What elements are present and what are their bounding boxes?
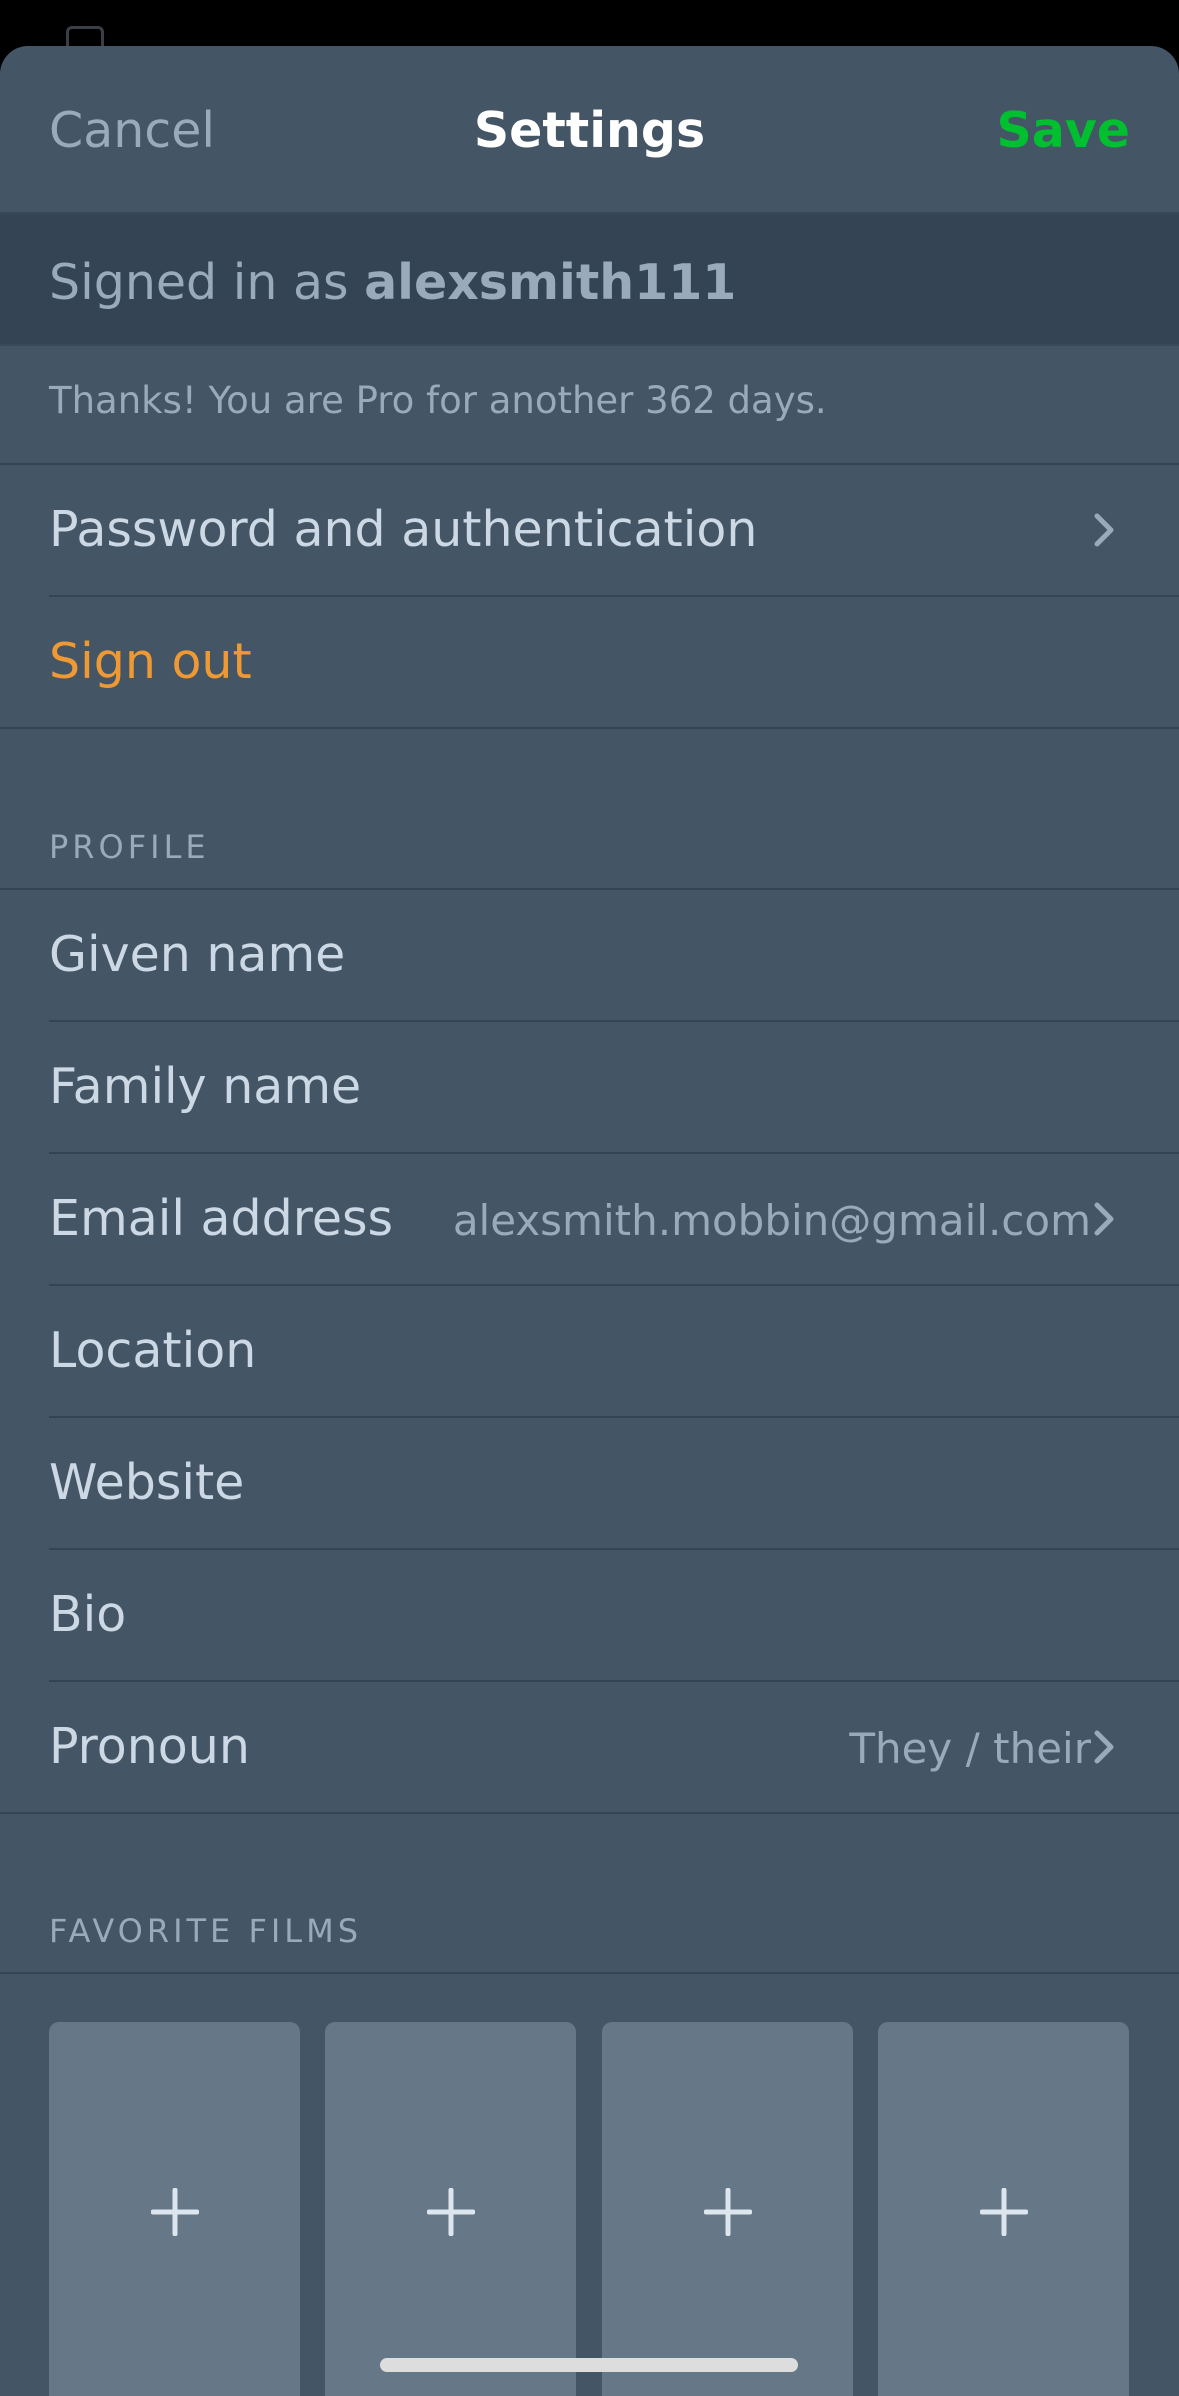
family-name-field[interactable]: Family name — [0, 1022, 1179, 1152]
email-address-value: alexsmith.mobbin@gmail.com — [452, 1196, 1091, 1245]
bio-label: Bio — [49, 1586, 127, 1643]
divider — [0, 1972, 1179, 1974]
website-field[interactable]: Website — [0, 1418, 1179, 1548]
website-label: Website — [49, 1454, 245, 1511]
bio-field[interactable]: Bio — [0, 1550, 1179, 1680]
plus-icon — [150, 2187, 199, 2237]
email-address-row[interactable]: Email address alexsmith.mobbin@gmail.com — [0, 1154, 1179, 1284]
pro-status-message: Thanks! You are Pro for another 362 days… — [49, 379, 827, 422]
divider — [0, 727, 1179, 729]
email-address-label: Email address — [49, 1190, 394, 1247]
sign-out-row[interactable]: Sign out — [0, 597, 1179, 727]
given-name-label: Given name — [49, 926, 346, 983]
profile-section-title: PROFILE — [49, 828, 210, 866]
given-name-field[interactable]: Given name — [0, 890, 1179, 1020]
favorite-films-section-title: FAVORITE FILMS — [49, 1912, 363, 1950]
family-name-label: Family name — [49, 1058, 362, 1115]
favorite-film-slot-2[interactable] — [325, 2022, 576, 2396]
save-button[interactable]: Save — [996, 102, 1130, 159]
signed-in-username: alexsmith111 — [364, 254, 737, 311]
signed-in-text: Signed in as alexsmith111 — [49, 254, 736, 311]
password-authentication-row[interactable]: Password and authentication — [0, 465, 1179, 595]
settings-sheet: Cancel Settings Save Signed in as alexsm… — [0, 46, 1179, 2396]
plus-icon — [703, 2187, 752, 2237]
plus-icon — [426, 2187, 475, 2237]
location-field[interactable]: Location — [0, 1286, 1179, 1416]
cancel-button[interactable]: Cancel — [49, 102, 215, 159]
pronoun-value: They / their — [849, 1724, 1091, 1773]
pronoun-label: Pronoun — [49, 1718, 250, 1775]
pronoun-row[interactable]: Pronoun They / their — [0, 1682, 1179, 1812]
favorite-film-slot-3[interactable] — [602, 2022, 853, 2396]
signed-in-banner: Signed in as alexsmith111 — [0, 214, 1179, 346]
home-indicator[interactable] — [380, 2358, 798, 2372]
settings-header: Cancel Settings Save — [0, 46, 1179, 214]
divider — [0, 1812, 1179, 1814]
chevron-right-icon — [1085, 1200, 1123, 1238]
chevron-right-icon — [1085, 1728, 1123, 1766]
favorite-film-slot-4[interactable] — [878, 2022, 1129, 2396]
location-label: Location — [49, 1322, 257, 1379]
signed-in-prefix: Signed in as — [49, 254, 349, 311]
plus-icon — [979, 2187, 1028, 2237]
favorite-film-slot-1[interactable] — [49, 2022, 300, 2396]
sign-out-button[interactable]: Sign out — [49, 633, 252, 690]
chevron-right-icon — [1085, 511, 1123, 549]
password-authentication-label: Password and authentication — [49, 501, 758, 558]
